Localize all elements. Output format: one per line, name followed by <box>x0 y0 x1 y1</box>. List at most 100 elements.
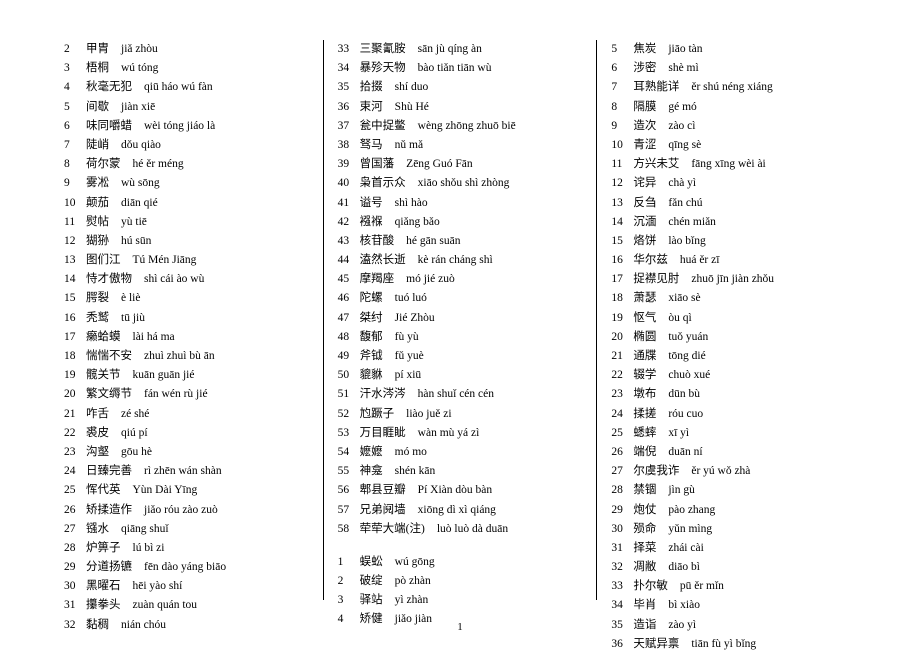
entry-pinyin: fǔ yuè <box>395 350 424 362</box>
vocab-row: 10青涩qīng sè <box>611 136 856 152</box>
entry-number: 33 <box>611 580 633 592</box>
entry-number: 21 <box>611 350 633 362</box>
entry-number: 48 <box>338 331 360 343</box>
entry-pinyin: hàn shuǐ cén cén <box>418 388 494 400</box>
entry-hanzi: 图们江 <box>86 251 121 267</box>
vocab-row: 31攥拳头zuàn quán tou <box>64 596 309 612</box>
vocab-row: 1蜈蚣wú gōng <box>338 553 583 569</box>
entry-number: 28 <box>611 484 633 496</box>
vocab-row: 27尔虞我诈ěr yú wǒ zhà <box>611 462 856 478</box>
vocab-row: 5间歇jiàn xiē <box>64 98 309 114</box>
entry-hanzi: 端倪 <box>633 443 656 459</box>
entry-hanzi: 曾国藩 <box>360 155 395 171</box>
vocab-row: 55神龛shén kān <box>338 462 583 478</box>
entry-hanzi: 天赋异禀 <box>633 635 679 651</box>
entry-pinyin: qiū háo wú fàn <box>144 81 213 93</box>
entry-pinyin: pò zhàn <box>395 575 431 587</box>
entry-pinyin: bì xiào <box>668 599 700 611</box>
vocab-row: 26端倪duān ní <box>611 443 856 459</box>
entry-pinyin: duān ní <box>668 446 702 458</box>
entry-hanzi: 沟壑 <box>86 443 109 459</box>
entry-pinyin: hú sūn <box>121 235 151 247</box>
entry-pinyin: yù tiē <box>121 216 147 228</box>
entry-hanzi: 三聚氰胺 <box>360 40 406 56</box>
entry-hanzi: 扑尔敏 <box>633 577 668 593</box>
vocab-row: 28炉箅子lú bì zi <box>64 539 309 555</box>
entry-hanzi: 华尔兹 <box>633 251 668 267</box>
entry-number: 30 <box>611 523 633 535</box>
vocab-row: 43核苷酸hé gān suān <box>338 232 583 248</box>
entry-pinyin: kè rán cháng shì <box>418 254 493 266</box>
entry-pinyin: zhuō jīn jiàn zhǒu <box>691 273 774 285</box>
vocab-row: 6涉密shè mì <box>611 59 856 75</box>
entry-number: 35 <box>338 81 360 93</box>
entry-number: 24 <box>64 465 86 477</box>
entry-number: 8 <box>64 158 86 170</box>
entry-number: 15 <box>611 235 633 247</box>
entry-number: 11 <box>64 216 86 228</box>
vocab-row: 17捉襟见肘zhuō jīn jiàn zhǒu <box>611 270 856 286</box>
vocab-row: 25蟋蟀xī yì <box>611 424 856 440</box>
entry-number: 29 <box>611 504 633 516</box>
entry-number: 17 <box>64 331 86 343</box>
entry-number: 28 <box>64 542 86 554</box>
entry-number: 10 <box>611 139 633 151</box>
entry-pinyin: hēi yào shí <box>133 580 183 592</box>
entry-hanzi: 焦炭 <box>633 40 656 56</box>
entry-number: 3 <box>64 62 86 74</box>
entry-pinyin: chén miǎn <box>668 216 716 228</box>
entry-number: 27 <box>64 523 86 535</box>
entry-hanzi: 雾凇 <box>86 174 109 190</box>
entry-number: 18 <box>611 292 633 304</box>
entry-pinyin: zhuì zhuì bù ān <box>144 350 215 362</box>
entry-number: 58 <box>338 523 360 535</box>
vocab-row: 8隔膜gé mó <box>611 98 856 114</box>
entry-number: 9 <box>611 120 633 132</box>
entry-hanzi: 秋毫无犯 <box>86 78 132 94</box>
vocab-row: 39曾国藩Zēng Guó Fān <box>338 155 583 171</box>
vocab-row: 29分道扬镳fēn dào yáng biāo <box>64 558 309 574</box>
entry-hanzi: 诧异 <box>633 174 656 190</box>
vocab-row: 33三聚氰胺sān jù qíng àn <box>338 40 583 56</box>
entry-hanzi: 秃鹫 <box>86 309 109 325</box>
entry-pinyin: dūn bù <box>668 388 700 400</box>
entry-number: 20 <box>611 331 633 343</box>
vocab-row: 14沉湎chén miǎn <box>611 213 856 229</box>
entry-hanzi: 拾掇 <box>360 78 383 94</box>
entry-pinyin: jiǎ zhòu <box>121 43 158 55</box>
vocab-row: 20繁文缛节fán wén rù jié <box>64 385 309 401</box>
entry-number: 12 <box>64 235 86 247</box>
entry-pinyin: bào tiǎn tiān wù <box>418 62 492 74</box>
entry-hanzi: 裘皮 <box>86 424 109 440</box>
entry-hanzi: 尔虞我诈 <box>633 462 679 478</box>
entry-number: 16 <box>64 312 86 324</box>
vocab-row: 16华尔兹huá ěr zī <box>611 251 856 267</box>
entry-number: 20 <box>64 388 86 400</box>
entry-number: 24 <box>611 408 633 420</box>
vocab-row: 48馥郁fù yù <box>338 328 583 344</box>
vocab-row: 24日臻完善rì zhēn wán shàn <box>64 462 309 478</box>
vocab-row: 24揉搓róu cuo <box>611 405 856 421</box>
entry-hanzi: 墩布 <box>633 385 656 401</box>
entry-pinyin: nǔ mǎ <box>395 139 423 151</box>
entry-hanzi: 驿站 <box>360 591 383 607</box>
entry-number: 47 <box>338 312 360 324</box>
entry-hanzi: 殒命 <box>633 520 656 536</box>
entry-number: 8 <box>611 101 633 113</box>
entry-pinyin: wú gōng <box>395 556 435 568</box>
vocab-row: 33扑尔敏pū ěr mǐn <box>611 577 856 593</box>
entry-pinyin: wù sōng <box>121 177 160 189</box>
vocab-row: 26矫揉造作jiǎo róu zào zuò <box>64 501 309 517</box>
entry-number: 23 <box>611 388 633 400</box>
entry-hanzi: 通牒 <box>633 347 656 363</box>
entry-pinyin: wèng zhōng zhuō biē <box>418 120 516 132</box>
entry-number: 4 <box>64 81 86 93</box>
vocab-row: 2破绽pò zhàn <box>338 572 583 588</box>
entry-pinyin: kuān guān jié <box>133 369 195 381</box>
entry-hanzi: 耳熟能详 <box>633 78 679 94</box>
entry-pinyin: shì cái ào wù <box>144 273 204 285</box>
entry-number: 7 <box>64 139 86 151</box>
entry-number: 34 <box>338 62 360 74</box>
entry-hanzi: 捉襟见肘 <box>633 270 679 286</box>
column-3: 5焦炭jiāo tàn6涉密shè mì7耳熟能详ěr shú néng xiá… <box>596 40 870 600</box>
